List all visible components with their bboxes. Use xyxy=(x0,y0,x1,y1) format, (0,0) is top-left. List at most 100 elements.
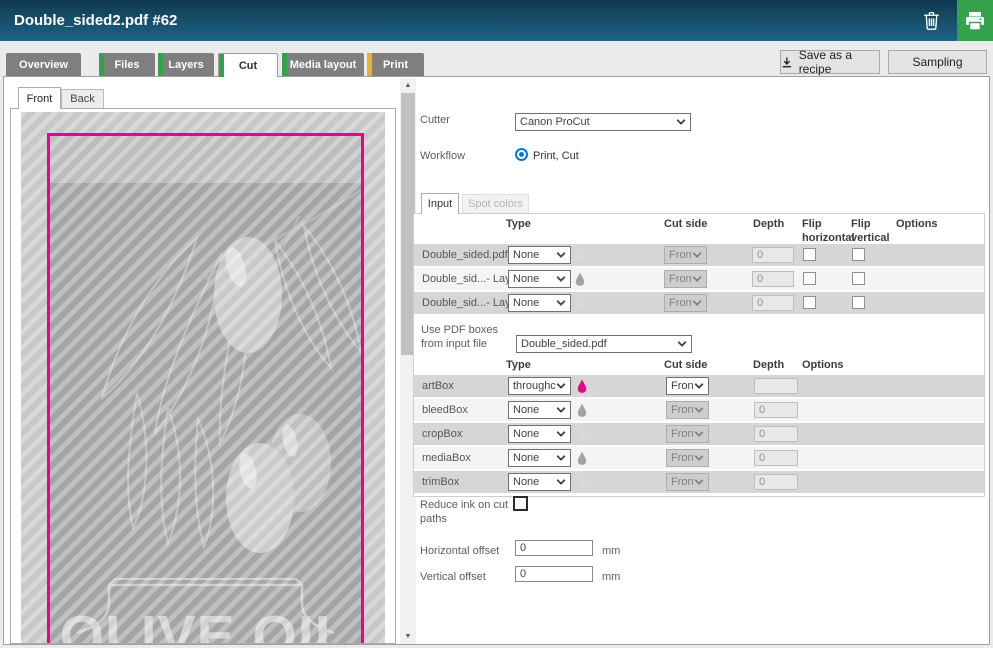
cut-side-select[interactable]: Front xyxy=(664,294,707,312)
flip-vertical-checkbox[interactable] xyxy=(852,272,865,285)
printer-icon xyxy=(964,11,986,31)
workflow-radio[interactable] xyxy=(515,148,528,161)
cut-side-select[interactable]: Front xyxy=(664,246,707,264)
table-row: mediaBox None Front 0 xyxy=(414,447,984,469)
cut-side-select[interactable]: Front xyxy=(666,377,709,395)
horizontal-offset-input[interactable]: 0 xyxy=(515,540,593,556)
chevron-down-icon xyxy=(694,431,704,437)
type-select[interactable]: None xyxy=(508,401,571,419)
cutter-select[interactable]: Canon ProCut xyxy=(515,113,691,131)
vertical-offset-input[interactable]: 0 xyxy=(515,566,593,582)
tab-input-label: Input xyxy=(428,198,452,210)
tab-status-accent xyxy=(282,53,287,76)
cut-side-select-value: Front xyxy=(667,428,694,440)
cut-side-select[interactable]: Front xyxy=(666,401,709,419)
print-button[interactable] xyxy=(957,0,993,41)
cut-side-select-value: Front xyxy=(667,452,694,464)
delete-trash-icon[interactable] xyxy=(921,10,942,31)
type-select-value: None xyxy=(509,476,556,488)
cut-side-select-value: Front xyxy=(665,249,692,261)
tab-overview[interactable]: Overview xyxy=(6,53,81,76)
save-as-recipe-button[interactable]: Save as a recipe xyxy=(780,50,880,74)
tab-files[interactable]: Files xyxy=(99,53,155,76)
chevron-down-icon xyxy=(556,407,566,413)
tab-media-layout[interactable]: Media layout xyxy=(282,53,364,76)
tab-layers[interactable]: Layers xyxy=(158,53,214,76)
tab-status-accent xyxy=(158,53,163,76)
chevron-down-icon xyxy=(692,252,702,258)
type-select[interactable]: throughcut xyxy=(508,377,571,395)
type-select[interactable]: None xyxy=(508,473,571,491)
type-select-value: throughcut xyxy=(509,380,556,392)
scroll-down-arrow-icon[interactable]: ▼ xyxy=(400,629,416,643)
depth-field: 0 xyxy=(752,271,794,287)
flip-vertical-checkbox[interactable] xyxy=(852,296,865,309)
type-select[interactable]: None xyxy=(508,425,571,443)
horizontal-offset-unit: mm xyxy=(602,545,620,557)
row-label: Double_sided.pdf xyxy=(422,249,508,261)
flip-horizontal-checkbox[interactable] xyxy=(803,296,816,309)
workflow-label: Workflow xyxy=(420,150,465,164)
tab-cut[interactable]: Cut xyxy=(218,53,278,77)
tab-label: Overview xyxy=(19,59,68,71)
flip-horizontal-checkbox[interactable] xyxy=(803,248,816,261)
flip-vertical-checkbox[interactable] xyxy=(852,248,865,261)
spot-color-droplet-icon xyxy=(577,403,587,417)
workflow-option-label: Print, Cut xyxy=(533,150,579,164)
chevron-down-icon xyxy=(692,276,702,282)
column-header: Options xyxy=(802,359,870,373)
table-row: Double_sided.pdf None Front 0 xyxy=(414,244,984,266)
column-header: Cut side xyxy=(664,218,732,232)
column-header: Type xyxy=(506,359,574,373)
tab-label: Files xyxy=(114,59,139,71)
sampling-label: Sampling xyxy=(912,55,962,69)
spot-color-droplet-icon xyxy=(577,475,587,489)
cut-side-select[interactable]: Front xyxy=(666,449,709,467)
chevron-down-icon xyxy=(692,300,702,306)
chevron-down-icon xyxy=(694,407,704,413)
job-preview-image[interactable]: OLIVE OIL xyxy=(21,112,385,643)
chevron-down-icon xyxy=(556,431,566,437)
tab-status-accent xyxy=(99,53,104,76)
tab-front[interactable]: Front xyxy=(18,87,61,109)
column-header: Flip horizontal xyxy=(802,218,848,246)
vertical-offset-label: Vertical offset xyxy=(420,571,486,585)
depth-field: 0 xyxy=(752,247,794,263)
tab-back[interactable]: Back xyxy=(61,89,104,109)
tab-input[interactable]: Input xyxy=(421,193,459,214)
flip-horizontal-checkbox[interactable] xyxy=(803,272,816,285)
spot-color-droplet-icon xyxy=(577,451,587,465)
type-select[interactable]: None xyxy=(508,270,571,288)
type-select[interactable]: None xyxy=(508,449,571,467)
type-select-value: None xyxy=(509,404,556,416)
tab-front-label: Front xyxy=(27,93,53,105)
cutter-label: Cutter xyxy=(420,114,450,128)
save-download-icon xyxy=(781,56,793,69)
depth-field: 0 xyxy=(754,426,798,442)
scroll-up-arrow-icon[interactable]: ▲ xyxy=(400,78,416,92)
tab-label: Cut xyxy=(239,60,257,72)
cut-side-select-value: Front xyxy=(667,380,694,392)
spot-color-droplet-icon xyxy=(577,427,587,441)
spot-color-droplet-icon xyxy=(575,248,585,262)
cut-side-select[interactable]: Front xyxy=(666,425,709,443)
type-select-value: None xyxy=(509,273,556,285)
sampling-button[interactable]: Sampling xyxy=(888,50,987,74)
type-select-value: None xyxy=(509,452,556,464)
reduce-ink-checkbox[interactable] xyxy=(513,496,528,511)
vertical-offset-unit: mm xyxy=(602,571,620,583)
type-select-value: None xyxy=(509,428,556,440)
cut-side-select[interactable]: Front xyxy=(664,270,707,288)
table-row: trimBox None Front 0 xyxy=(414,471,984,493)
type-select[interactable]: None xyxy=(508,294,571,312)
job-title: Double_sided2.pdf #62 xyxy=(14,0,177,41)
pdf-boxes-file-select[interactable]: Double_sided.pdf xyxy=(516,335,692,353)
cut-side-select[interactable]: Front xyxy=(666,473,709,491)
type-select[interactable]: None xyxy=(508,246,571,264)
tab-spot-colors: Spot colors xyxy=(462,194,529,214)
title-bar: Double_sided2.pdf #62 xyxy=(0,0,993,41)
tab-label: Print xyxy=(383,59,408,71)
cutter-select-value: Canon ProCut xyxy=(516,116,676,128)
tab-label: Layers xyxy=(168,59,203,71)
tab-print[interactable]: Print xyxy=(367,53,424,76)
